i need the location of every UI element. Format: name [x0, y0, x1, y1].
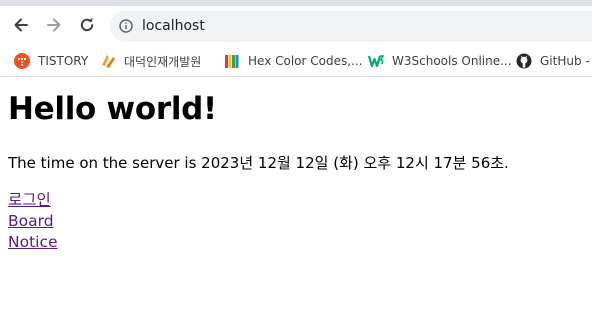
notice-link[interactable]: Notice [8, 232, 58, 253]
bookmark-label: Hex Color Codes,... [248, 54, 363, 68]
bookmark-label: GitHub - [540, 54, 590, 68]
bookmark-github[interactable]: GitHub - [516, 51, 590, 71]
tistory-icon [14, 53, 30, 69]
link-list: 로그인 Board Notice [8, 190, 58, 253]
w3schools-icon [368, 53, 384, 69]
bookmark-w3schools[interactable]: W3Schools Online... [368, 51, 512, 71]
address-bar[interactable]: localhost [110, 10, 592, 42]
address-bar-url: localhost [142, 18, 205, 34]
board-link[interactable]: Board [8, 211, 58, 232]
bookmarks-bar: TISTORY 대덕인재개발원 Hex Color Codes,... W3Sc… [0, 46, 592, 77]
reload-icon [80, 17, 94, 32]
bookmark-label: 대덕인재개발원 [124, 54, 202, 69]
bookmark-label: W3Schools Online... [392, 54, 512, 68]
bookmark-tistory[interactable]: TISTORY [14, 51, 88, 71]
color-book-icon [224, 53, 240, 69]
bookmark-daedeok[interactable]: 대덕인재개발원 [100, 51, 201, 71]
back-button[interactable] [6, 10, 36, 40]
forward-button[interactable] [39, 10, 69, 40]
back-arrow-icon [14, 18, 28, 32]
browser-toolbar: localhost [0, 6, 592, 46]
bookmark-favicon-icon [100, 53, 116, 69]
github-icon [516, 53, 532, 69]
reload-button[interactable] [72, 10, 102, 40]
page-heading: Hello world! [8, 91, 217, 127]
login-link[interactable]: 로그인 [8, 190, 58, 211]
forward-arrow-icon [47, 18, 61, 32]
bookmark-hex-color-codes[interactable]: Hex Color Codes,... [224, 51, 363, 71]
server-time-text: The time on the server is 2023년 12월 12일 … [8, 154, 509, 172]
info-icon[interactable] [119, 19, 133, 33]
bookmark-label: TISTORY [38, 54, 89, 68]
